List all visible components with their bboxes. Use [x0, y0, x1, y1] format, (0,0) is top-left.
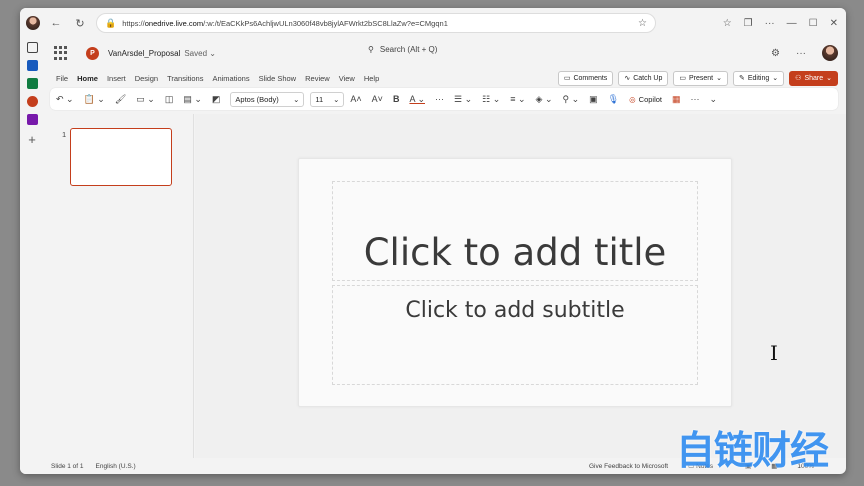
designer-icon[interactable]: ◩ [212, 94, 221, 105]
feedback-link[interactable]: Give Feedback to Microsoft [589, 463, 668, 470]
document-title[interactable]: VanArsdel_Proposal [108, 49, 180, 58]
favorite-star-icon[interactable]: ☆ [638, 18, 647, 29]
format-painter-icon[interactable]: 🖌 [115, 94, 126, 105]
more-icon[interactable]: ··· [765, 18, 775, 29]
picture-icon[interactable]: ▣ [589, 94, 598, 105]
slide-canvas[interactable]: Click to add title Click to add subtitle… [195, 114, 846, 458]
share-icon: ⚇ [795, 75, 802, 82]
collections-icon[interactable]: ❐ [744, 18, 753, 29]
tab-home[interactable]: Home [77, 74, 98, 83]
numbering-icon[interactable]: ☷ ⌄ [482, 94, 500, 105]
reuse-slides-icon[interactable]: ◫ [165, 94, 174, 105]
save-status[interactable]: Saved ⌄ [184, 49, 216, 58]
onenote-icon[interactable] [26, 114, 38, 125]
settings-gear-icon[interactable]: ⚙ [771, 48, 780, 59]
slide-thumbnail[interactable] [70, 128, 172, 186]
language-indicator[interactable]: English (U.S.) [96, 463, 136, 470]
comment-icon: ▭ [563, 75, 571, 82]
align-icon[interactable]: ≡ ⌄ [510, 94, 525, 105]
grow-font-icon[interactable]: A˄ [350, 94, 361, 104]
slide-thumbnails-pane: 1 [44, 114, 194, 458]
slide-counter: Slide 1 of 1 [51, 462, 84, 470]
tab-design[interactable]: Design [135, 74, 158, 83]
dictate-icon[interactable]: 🎙 [608, 94, 619, 105]
catch-up-icon: ∿ [624, 75, 631, 82]
ribbon-collapse-icon[interactable]: ⌄ [710, 94, 718, 105]
shapes-icon[interactable]: ◈ ⌄ [536, 94, 553, 105]
pencil-icon: ✎ [739, 75, 745, 82]
add-app-icon[interactable]: + [28, 132, 36, 147]
sidebar-toggle-icon[interactable] [26, 42, 38, 53]
watermark-logo: 自链财经 [676, 429, 829, 474]
more-font-icon[interactable]: ··· [435, 94, 444, 104]
paste-icon[interactable]: 📋 ⌄ [84, 94, 105, 105]
font-size-select[interactable]: 11 ⌄ [310, 91, 345, 107]
editing-mode-button[interactable]: ✎ Editing ⌄ [733, 70, 785, 86]
undo-icon[interactable]: ↶ ⌄ [56, 94, 74, 105]
favorites-icon[interactable]: ☆ [723, 18, 732, 29]
tab-file[interactable]: File [56, 74, 68, 83]
subtitle-placeholder[interactable]: Click to add subtitle [332, 285, 698, 385]
tab-insert[interactable]: Insert [107, 74, 126, 83]
back-icon[interactable]: ← [48, 15, 64, 31]
bold-icon[interactable]: B [393, 94, 400, 104]
ribbon-toolbar: ↶ ⌄ 📋 ⌄ 🖌 ▭ ⌄ ◫ ▤ ⌄ ◩ Aptos (Body) ⌄ 11 ⌄ … [50, 88, 838, 110]
share-button[interactable]: ⚇ Share ⌄ [789, 70, 838, 86]
tab-animations[interactable]: Animations [212, 74, 249, 83]
header-more-icon[interactable]: ··· [796, 48, 806, 59]
excel-icon[interactable] [26, 78, 38, 89]
tab-review[interactable]: Review [305, 74, 330, 83]
slide[interactable]: Click to add title Click to add subtitle [298, 158, 732, 407]
catch-up-button[interactable]: ∿ Catch Up [618, 70, 669, 86]
search-placeholder: Search (Alt + Q) [379, 45, 438, 54]
tab-transitions[interactable]: Transitions [167, 74, 203, 83]
ribbon-tabs: File Home Insert Design Transitions Anim… [44, 68, 846, 88]
url-text: https://onedrive.live.com/:w:/t/EaCKkPs6… [122, 18, 448, 28]
browser-actions: ☆ ❐ ··· — ☐ ✕ [723, 18, 838, 29]
refresh-icon[interactable]: ↻ [72, 15, 88, 31]
ribbon-more-icon[interactable]: ··· [691, 94, 700, 104]
browser-window: ← ↻ 🔒 https://onedrive.live.com/:w:/t/Ea… [20, 8, 846, 474]
find-icon[interactable]: ⚲ ⌄ [563, 94, 580, 105]
bullets-icon[interactable]: ☰ ⌄ [454, 94, 472, 105]
layout-icon[interactable]: ▤ ⌄ [183, 94, 202, 105]
tab-slide-show[interactable]: Slide Show [259, 74, 297, 83]
shrink-font-icon[interactable]: A˅ [372, 94, 383, 104]
browser-profile-avatar[interactable] [26, 16, 40, 30]
text-cursor-icon: I [770, 341, 778, 365]
font-color-icon[interactable]: A ⌄ [409, 94, 425, 105]
app-rail: + [20, 38, 44, 474]
copilot-icon: ◎ [629, 94, 636, 104]
app-header: P VanArsdel_Proposal Saved ⌄ ⚲ Search (A… [44, 38, 846, 68]
slide-number: 1 [62, 130, 67, 139]
copilot-button[interactable]: ◎ Copilot [629, 95, 662, 104]
user-avatar[interactable] [822, 45, 838, 61]
maximize-icon[interactable]: ☐ [809, 18, 818, 29]
comments-button[interactable]: ▭ Comments [557, 70, 614, 86]
present-icon: ▭ [679, 75, 686, 82]
new-slide-icon[interactable]: ▭ ⌄ [136, 94, 155, 105]
powerpoint-icon[interactable] [26, 96, 38, 107]
search-box[interactable]: ⚲ Search (Alt + Q) [368, 45, 437, 54]
app-launcher-icon[interactable] [54, 46, 68, 60]
menu-actions: ▭ Comments ∿ Catch Up ▭ Present ⌄ ✎ Editing … [557, 70, 838, 86]
word-icon[interactable] [26, 60, 38, 71]
title-placeholder[interactable]: Click to add title [332, 181, 698, 281]
font-name-select[interactable]: Aptos (Body) ⌄ [230, 91, 305, 107]
tab-view[interactable]: View [339, 74, 355, 83]
header-actions: ⚙ ··· [771, 45, 838, 61]
close-icon[interactable]: ✕ [830, 18, 838, 29]
present-button[interactable]: ▭ Present ⌄ [673, 70, 728, 86]
lock-icon: 🔒 [105, 17, 117, 28]
browser-toolbar: ← ↻ 🔒 https://onedrive.live.com/:w:/t/Ea… [20, 8, 846, 38]
tab-help[interactable]: Help [364, 74, 379, 83]
search-icon: ⚲ [368, 45, 374, 54]
add-ins-icon[interactable]: ▦ [672, 94, 681, 105]
powerpoint-logo-icon: P [86, 46, 99, 60]
minimize-icon[interactable]: — [787, 18, 797, 29]
address-bar[interactable]: 🔒 https://onedrive.live.com/:w:/t/EaCKkP… [96, 13, 656, 33]
